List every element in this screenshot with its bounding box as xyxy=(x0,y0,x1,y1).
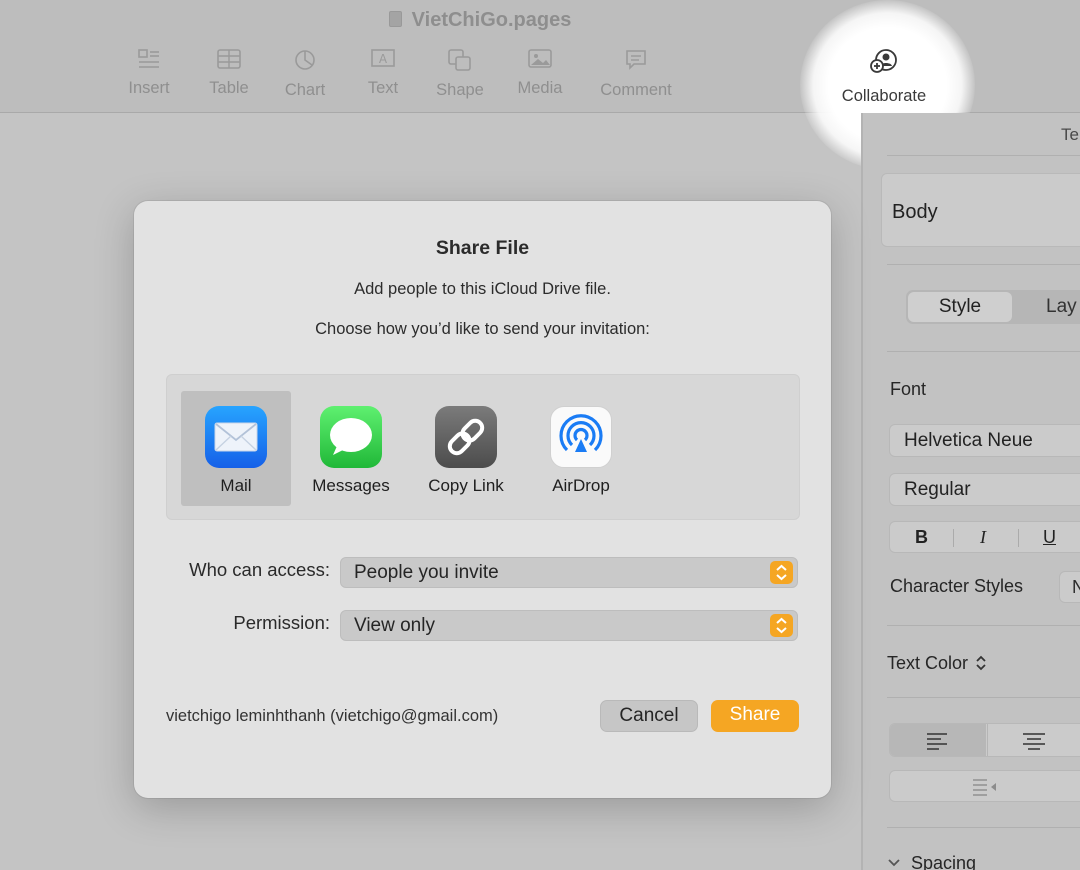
font-label: Font xyxy=(890,379,927,399)
share-method-picker: Mail Messages Copy Link AirDrop xyxy=(166,374,800,520)
toolbar: VietChiGo.pages Insert Table Chart A Tex… xyxy=(0,0,1080,170)
chevron-down-icon xyxy=(888,859,900,867)
toolbar-insert-button[interactable]: Insert xyxy=(124,48,174,108)
align-left-button[interactable] xyxy=(890,724,986,756)
paragraph-style-selector[interactable]: Body xyxy=(881,173,1080,247)
share-button[interactable]: Share xyxy=(711,700,799,732)
svg-text:A: A xyxy=(379,52,388,66)
style-layout-segment: Style Lay xyxy=(906,290,1080,324)
collaborate-icon xyxy=(870,49,897,73)
segment-style[interactable]: Style xyxy=(908,292,1012,322)
table-icon xyxy=(217,49,241,69)
share-option-copy-link[interactable]: Copy Link xyxy=(411,391,521,506)
shape-icon xyxy=(448,49,471,71)
segment-layout[interactable]: Lay xyxy=(1046,296,1077,318)
align-center-button[interactable] xyxy=(987,724,1080,756)
text-emphasis-group: B I U xyxy=(889,521,1080,553)
account-info: vietchigo leminhthanh (vietchigo@gmail.c… xyxy=(166,707,499,725)
character-styles-label: Character Styles xyxy=(890,576,1024,596)
align-center-icon xyxy=(1023,733,1045,750)
character-styles-selector[interactable]: N xyxy=(1059,571,1080,603)
divider xyxy=(887,264,1080,265)
text-icon: A xyxy=(371,49,395,67)
italic-button[interactable]: I xyxy=(980,527,986,548)
media-icon xyxy=(528,49,552,68)
dialog-subtitle: Add people to this iCloud Drive file. xyxy=(354,280,611,298)
up-down-chevron-icon xyxy=(976,655,986,671)
up-down-chevron-icon xyxy=(770,614,793,637)
divider xyxy=(887,697,1080,698)
divider xyxy=(953,529,954,547)
dialog-instruction: Choose how you’d like to send your invit… xyxy=(315,320,650,338)
permission-label: Permission: xyxy=(233,612,330,633)
dialog-title: Share File xyxy=(435,237,530,259)
underline-button[interactable]: U xyxy=(1043,527,1056,548)
decrease-indent-button[interactable] xyxy=(890,771,996,801)
toolbar-media-button[interactable]: Media xyxy=(512,48,568,108)
access-label: Who can access: xyxy=(189,559,330,580)
divider xyxy=(887,625,1080,626)
share-option-messages[interactable]: Messages xyxy=(296,391,406,506)
access-select[interactable]: People you invite xyxy=(340,557,798,588)
format-inspector: Te Body Style Lay Font Helvetica Neue Re… xyxy=(861,113,1080,870)
text-color-selector[interactable]: Text Color xyxy=(887,653,987,674)
comment-icon xyxy=(626,50,646,70)
divider xyxy=(887,827,1080,828)
toolbar-chart-button[interactable]: Chart xyxy=(280,48,330,108)
mail-icon xyxy=(205,406,267,468)
divider xyxy=(887,351,1080,352)
messages-icon xyxy=(320,406,382,468)
collaborate-button[interactable]: Collaborate xyxy=(832,48,936,106)
spacing-section-toggle[interactable]: Spacing xyxy=(887,853,976,870)
divider xyxy=(887,155,1080,156)
inspector-tab-text[interactable]: Te xyxy=(1061,125,1079,145)
font-family-selector[interactable]: Helvetica Neue xyxy=(889,424,1080,457)
toolbar-comment-button[interactable]: Comment xyxy=(596,48,676,108)
font-weight-selector[interactable]: Regular xyxy=(889,473,1080,506)
airdrop-icon xyxy=(550,406,612,468)
bold-button[interactable]: B xyxy=(915,527,928,548)
toolbar-text-button[interactable]: A Text xyxy=(358,48,408,108)
chart-icon xyxy=(295,50,315,70)
indent-decrease-icon xyxy=(973,779,996,796)
permission-select[interactable]: View only xyxy=(340,610,798,641)
align-left-icon xyxy=(927,733,947,750)
up-down-chevron-icon xyxy=(770,561,793,584)
toolbar-table-button[interactable]: Table xyxy=(204,48,254,108)
document-icon xyxy=(388,11,402,27)
link-icon xyxy=(435,406,497,468)
toolbar-shape-button[interactable]: Shape xyxy=(432,48,488,108)
divider xyxy=(1018,529,1019,547)
share-option-airdrop[interactable]: AirDrop xyxy=(526,391,636,506)
share-option-mail[interactable]: Mail xyxy=(181,391,291,506)
alignment-group xyxy=(889,723,1080,757)
insert-icon xyxy=(138,49,159,68)
indent-group xyxy=(889,770,1080,802)
cancel-button[interactable]: Cancel xyxy=(600,700,698,732)
share-file-dialog: Share File Add people to this iCloud Dri… xyxy=(134,201,831,798)
document-title: VietChiGo.pages xyxy=(0,9,960,32)
